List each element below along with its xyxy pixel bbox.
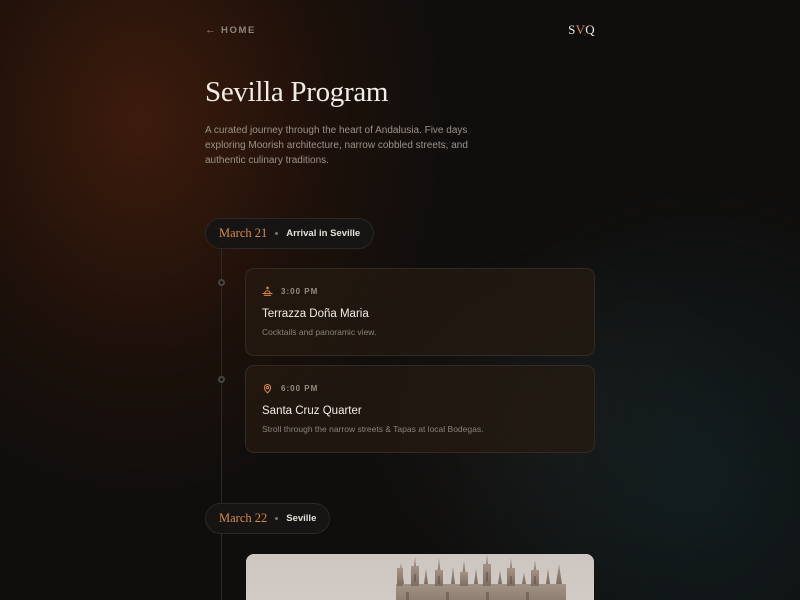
sunset-icon [262, 285, 273, 296]
event-time: 6:00 PM [281, 383, 319, 393]
event-description: Cocktails and panoramic view. [262, 327, 377, 337]
day-date: March 21 [219, 226, 268, 240]
timeline-dot [218, 376, 225, 383]
home-link[interactable]: ← HOME [205, 23, 256, 36]
brand-suffix: Q [585, 22, 595, 37]
event-time: 3:00 PM [281, 286, 319, 296]
timeline-line [221, 248, 222, 600]
day-header[interactable]: March 22 Seville [205, 503, 331, 534]
brand-prefix: S [568, 22, 576, 37]
top-nav: ← HOME SVQ [205, 22, 595, 38]
cathedral-illustration [246, 554, 594, 600]
day-header[interactable]: March 21 Arrival in Seville [205, 218, 375, 249]
map-pin-icon [263, 383, 272, 394]
day-date: March 22 [219, 511, 268, 525]
day-place: Arrival in Seville [286, 228, 361, 239]
separator-dot [275, 232, 279, 235]
event-title: Terrazza Doña Maria [262, 308, 369, 320]
event-card[interactable]: 3:00 PM Terrazza Doña Maria Cocktails an… [245, 268, 595, 356]
separator-dot [275, 517, 279, 520]
home-link-label: HOME [221, 24, 256, 36]
page-title: Sevilla Program [205, 76, 389, 108]
event-description: Stroll through the narrow streets & Tapa… [262, 424, 484, 434]
event-title: Santa Cruz Quarter [262, 405, 362, 417]
brand-logo[interactable]: SVQ [568, 22, 595, 38]
page-intro: A curated journey through the heart of A… [205, 125, 468, 166]
day-place: Seville [286, 513, 317, 524]
brand-accent: V [575, 22, 586, 37]
arrow-left-icon: ← [205, 23, 216, 36]
event-card[interactable]: 6:00 PM Santa Cruz Quarter Stroll throug… [245, 365, 595, 453]
timeline-dot [218, 279, 225, 286]
cathedral-photo[interactable] [246, 554, 594, 600]
